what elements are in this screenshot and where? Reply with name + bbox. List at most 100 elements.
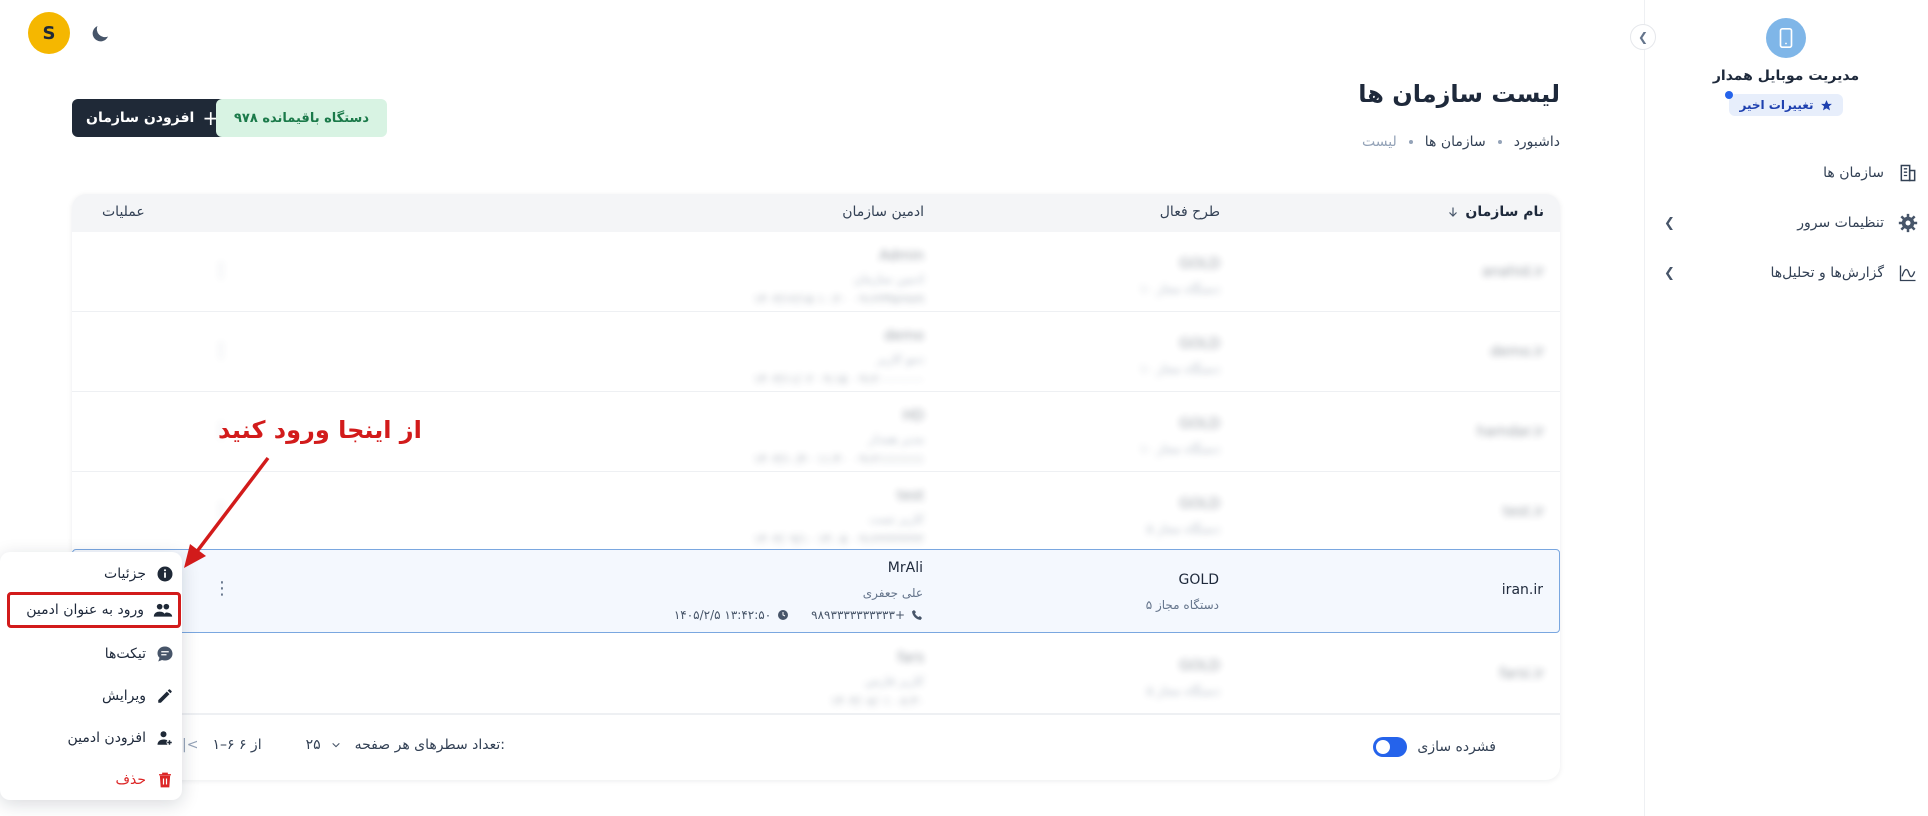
plan-devices: ۱۰ دستگاه مجاز — [1140, 362, 1220, 376]
sidebar-item-organizations[interactable]: سازمان ها — [1644, 148, 1928, 198]
users-icon — [152, 599, 174, 621]
admin-username: test — [897, 488, 924, 504]
trash-icon — [154, 769, 176, 791]
admin-fullname: ادمین سازمان — [853, 272, 924, 286]
admin-meta: ۰۹۱۲۲۲۲۲۲۲۲ ۱۴۰۳/۰۹/۱۰ ۱۴:۰۵ — [754, 532, 924, 546]
dense-toggle-group: فشرده سازی — [1373, 737, 1496, 757]
table-header: نام سازمان طرح فعال ادمین سازمان عملیات — [72, 194, 1560, 232]
sidebar-item-label: گزارش‌ها و تحلیل‌ها — [1770, 265, 1884, 281]
org-name: demo.ir — [1490, 344, 1544, 360]
menu-item-label: ورود به عنوان ادمین — [26, 602, 144, 618]
row-actions-menu: جزئیات ورود به عنوان ادمین تیکت‌ها ویرای… — [0, 552, 182, 800]
rows-per-page-select[interactable]: ۲۵ — [306, 737, 341, 753]
sidebar-nav: سازمان ها تنظیمات سرور ❮ گزارش‌ها و تحلی… — [1644, 148, 1928, 298]
org-name: anahid.ir — [1482, 264, 1544, 280]
kebab-icon[interactable]: ⋮ — [212, 340, 230, 361]
menu-item-details[interactable]: جزئیات — [8, 556, 180, 592]
first-page-icon[interactable]: |< — [182, 737, 198, 753]
column-header-plan: طرح فعال — [1159, 204, 1220, 220]
admin-username: HD — [902, 408, 924, 424]
menu-item-label: جزئیات — [104, 566, 146, 582]
admin-meta: ۹۸۹۳۳۳۳۳۳۳۳۳۳+ ۱۴۰۵/۲/۵ ۱۳:۴۲:۵۰ — [674, 608, 923, 622]
moon-icon[interactable] — [88, 22, 112, 46]
plan-devices: ۱۰ دستگاه مجاز — [1140, 442, 1220, 456]
sidebar-item-server-settings[interactable]: تنظیمات سرور ❮ — [1644, 198, 1928, 248]
add-organization-button[interactable]: + افزودن سازمان — [72, 99, 234, 137]
star-icon — [1820, 99, 1832, 110]
menu-item-add-admin[interactable]: افزودن ادمین — [8, 720, 180, 756]
sidebar-item-label: سازمان ها — [1823, 165, 1884, 181]
sidebar: مدیریت موبایل همدار تغییرات اخیر سازمان … — [1644, 0, 1928, 816]
sidebar-item-label: تنظیمات سرور — [1797, 215, 1884, 231]
menu-item-label: حذف — [115, 772, 146, 788]
breadcrumb-dashboard[interactable]: داشبورد — [1514, 134, 1560, 150]
breadcrumb: داشبورد سازمان ها لیست — [1362, 134, 1560, 150]
app-title: مدیریت موبایل همدار — [1712, 68, 1860, 84]
table-row[interactable]: demo.ir GOLD ۱۰ دستگاه مجاز demo دمو کار… — [72, 312, 1560, 392]
column-header-name[interactable]: نام سازمان — [1447, 204, 1544, 220]
plan-devices: ۱۰ دستگاه مجاز — [1140, 282, 1220, 296]
avatar[interactable]: S — [28, 12, 70, 54]
dense-toggle[interactable] — [1373, 737, 1408, 757]
org-name: hamdar.ir — [1476, 424, 1544, 440]
gear-icon — [1896, 211, 1920, 235]
table-row-active[interactable]: iran.ir GOLD ۵ دستگاه مجاز MrAli علی جعف… — [72, 549, 1560, 633]
admin-meta: ۰۹۱۲۱۱۱۱۱۱۱ ۱۴۰۳/۱۰/۲۰ ۱۱:۴۰ — [754, 452, 924, 466]
org-name: test.ir — [1503, 504, 1544, 520]
admin-last-login: ۱۴۰۳/۱۱/۰۲ ۰۹:۱۵ — [753, 372, 848, 386]
plan-name: GOLD — [1179, 496, 1220, 512]
add-organization-label: افزودن سازمان — [86, 110, 195, 126]
clock-icon — [778, 610, 789, 620]
menu-item-login-as-admin[interactable]: ورود به عنوان ادمین — [7, 592, 181, 628]
admin-last-login: ۱۴۰۳/۰۸/۰۱ ۰۸:۳۰ — [830, 694, 924, 708]
admin-fullname: دمو کاربر — [877, 352, 924, 366]
plan-devices: ۵ دستگاه مجاز — [1146, 684, 1220, 698]
table-row[interactable]: test.ir GOLD ۵ دستگاه مجاز test کاربر تس… — [72, 472, 1560, 552]
kebab-icon[interactable]: ⋮ — [212, 260, 230, 281]
plan-name: GOLD — [1179, 658, 1220, 674]
plan-name: GOLD — [1179, 416, 1220, 432]
rows-per-page-label: تعداد سطرهای هر صفحه: — [354, 737, 505, 753]
pagination: تعداد سطرهای هر صفحه: ۲۵ ۱–۶ از ۶ |< — [182, 737, 505, 753]
organizations-table: نام سازمان طرح فعال ادمین سازمان عملیات … — [72, 194, 1560, 780]
admin-last-login: ۱۴۰۵/۲/۵ ۱۳:۴۲:۵۰ — [673, 608, 772, 622]
plan-name: GOLD — [1178, 572, 1219, 588]
menu-item-tickets[interactable]: تیکت‌ها — [8, 636, 180, 672]
page-title: لیست سازمان ها — [1358, 80, 1560, 108]
column-header-admin: ادمین سازمان — [842, 204, 924, 220]
brand: مدیریت موبایل همدار تغییرات اخیر — [1644, 18, 1928, 116]
sidebar-item-reports[interactable]: گزارش‌ها و تحلیل‌ها ❮ — [1644, 248, 1928, 298]
kebab-icon[interactable]: ⋮ — [213, 578, 231, 599]
table-row[interactable]: anahid.ir GOLD ۱۰ دستگاه مجاز Admin ادمی… — [72, 232, 1560, 312]
breadcrumb-organizations[interactable]: سازمان ها — [1425, 134, 1486, 150]
table-footer: فشرده سازی تعداد سطرهای هر صفحه: ۲۵ ۱–۶ … — [72, 714, 1560, 780]
admin-username: fars — [897, 650, 924, 666]
admin-phone: ۹۸۹۳۳۳۳۳۳۳۳۳۳+ — [811, 608, 905, 622]
info-icon — [154, 563, 176, 585]
menu-item-label: افزودن ادمین — [67, 730, 146, 746]
user-add-icon — [154, 727, 176, 749]
page-range: ۱–۶ از ۶ — [212, 737, 262, 753]
admin-username: demo — [884, 328, 924, 344]
sidebar-collapse-button[interactable]: ❮ — [1630, 24, 1656, 50]
admin-username: Admin — [879, 248, 924, 264]
admin-fullname: کاربر تست — [869, 512, 924, 526]
recent-changes-label: تغییرات اخیر — [1739, 98, 1814, 112]
breadcrumb-separator — [1408, 140, 1413, 144]
plan-devices: ۵ دستگاه مجاز — [1145, 598, 1219, 612]
admin-phone: ۰۹۱۲۰۰۰۰۰۰۰ — [853, 372, 924, 386]
admin-phone: ۰۹۱۲۳۴۵۶۷۸۹ — [853, 292, 924, 306]
phone-logo-icon — [1766, 18, 1806, 58]
admin-meta: ۱۴۰۳/۰۸/۰۱ ۰۸:۳۰ — [831, 694, 924, 708]
chart-line-icon — [1896, 261, 1920, 285]
plan-name: GOLD — [1179, 256, 1220, 272]
admin-phone: ۰۹۱۲۲۲۲۲۲۲۲ — [853, 532, 924, 546]
admin-phone: ۰۹۱۲۱۱۱۱۱۱۱ — [853, 452, 924, 466]
recent-changes-button[interactable]: تغییرات اخیر — [1725, 91, 1843, 116]
phone-icon — [912, 610, 922, 620]
breadcrumb-separator — [1497, 140, 1502, 144]
menu-item-edit[interactable]: ویرایش — [8, 678, 180, 714]
table-row[interactable]: farsi.ir GOLD ۵ دستگاه مجاز fars کاربر ف… — [72, 634, 1560, 714]
pencil-icon — [154, 685, 176, 707]
menu-item-delete[interactable]: حذف — [8, 762, 180, 798]
